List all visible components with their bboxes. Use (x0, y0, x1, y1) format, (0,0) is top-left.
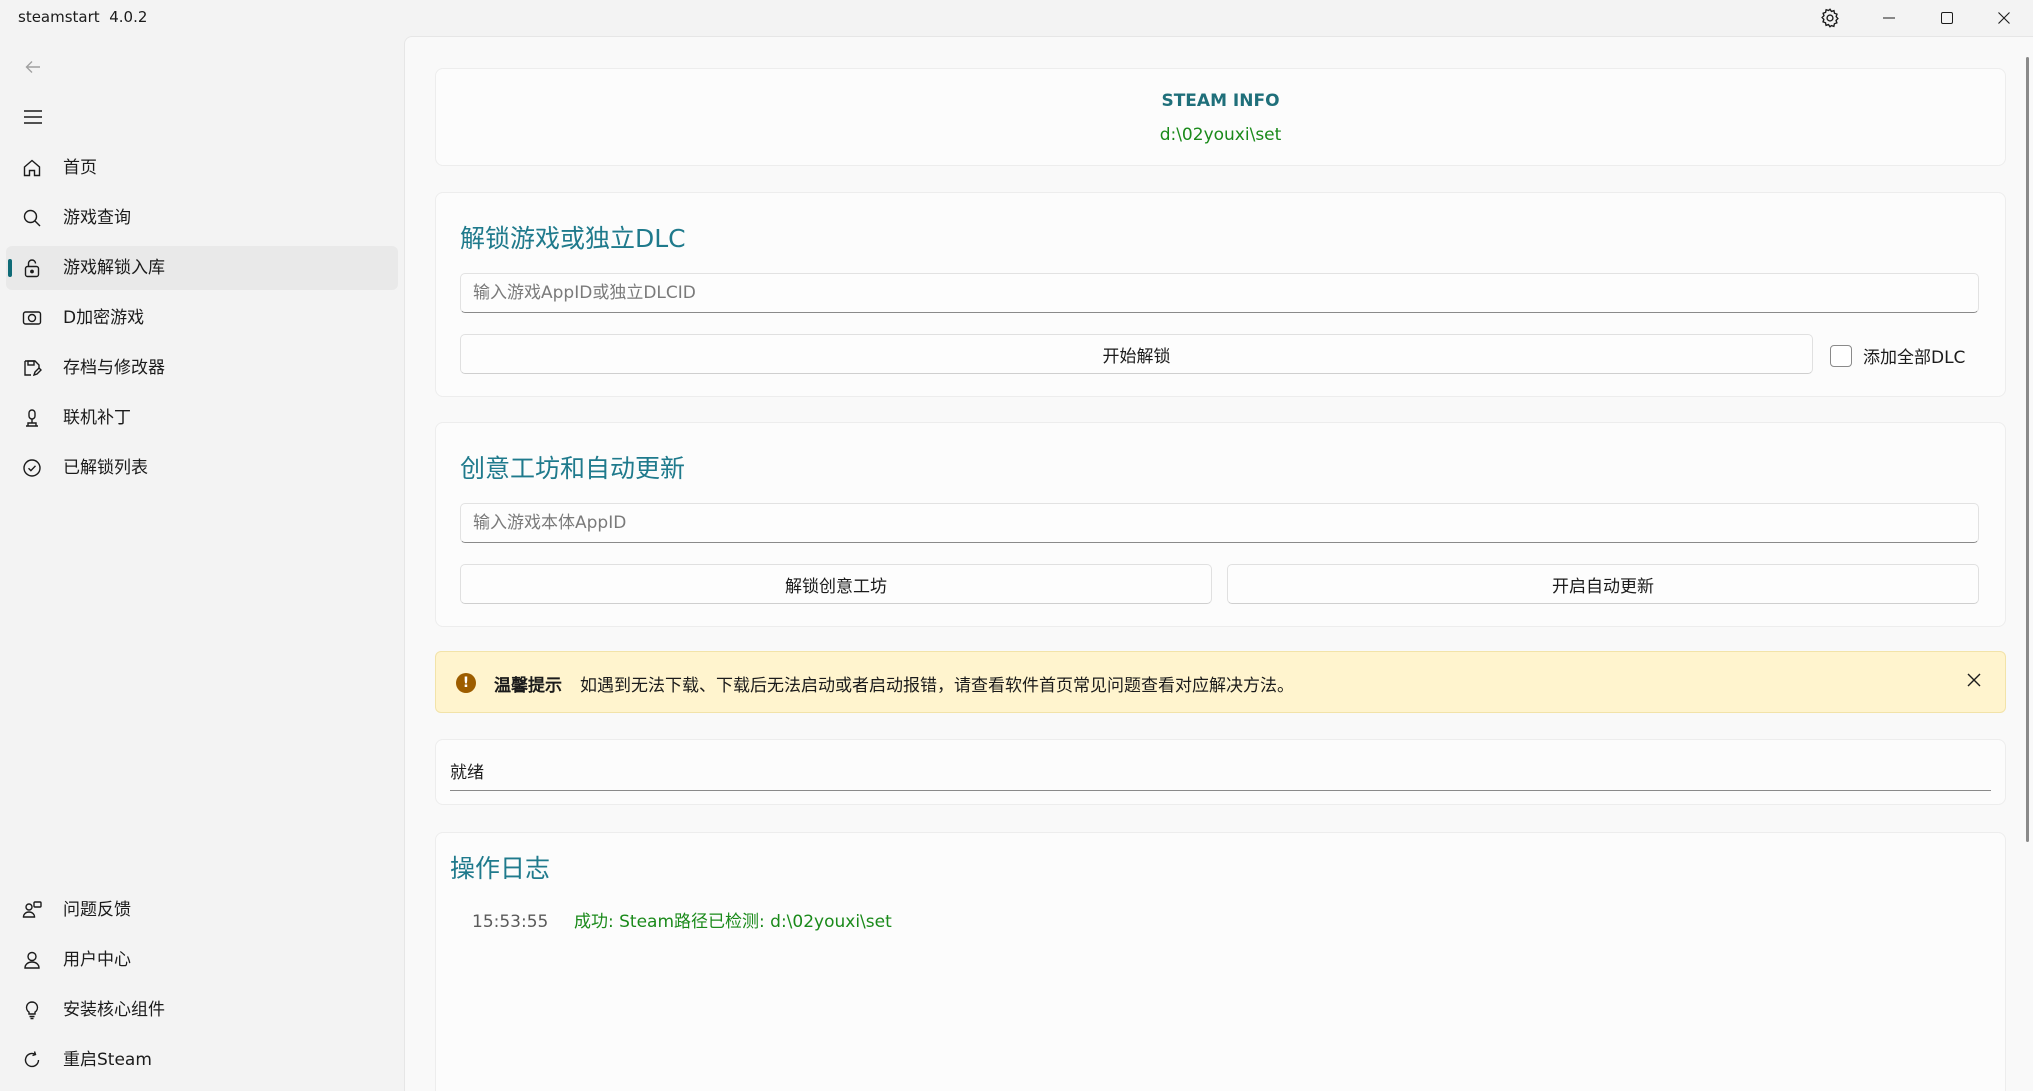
gear-icon (1819, 7, 1841, 29)
user-icon (21, 949, 43, 971)
unlock-card: 解锁游戏或独立DLC 开始解锁 添加全部DLC (435, 192, 2006, 397)
nav-label: D加密游戏 (63, 308, 145, 328)
nav-label: 联机补丁 (63, 408, 131, 428)
checkbox-box[interactable] (1830, 344, 1852, 367)
warning-icon: ! (456, 673, 476, 693)
status-underline (450, 790, 1991, 791)
refresh-icon (21, 1049, 43, 1071)
start-unlock-label: 开始解锁 (1102, 346, 1171, 367)
app-title: steamstart 4.0.2 (18, 8, 147, 26)
status-card: 就绪 (435, 739, 2006, 805)
nav-item-unlocked-list[interactable]: 已解锁列表 (6, 446, 398, 490)
close-icon (1997, 11, 2011, 25)
notice-message: 如遇到无法下载、下载后无法启动或者启动报错，请查看软件首页常见问题查看对应解决方… (580, 676, 1294, 696)
status-text: 就绪 (450, 763, 484, 783)
nav-label: 已解锁列表 (63, 458, 148, 478)
nav-item-install-core[interactable]: 安装核心组件 (6, 988, 398, 1032)
workshop-card: 创意工坊和自动更新 解锁创意工坊 开启自动更新 (435, 422, 2006, 627)
active-indicator (8, 259, 12, 277)
nav-label: 游戏查询 (63, 208, 131, 228)
checkbox-label: 添加全部DLC (1863, 348, 1966, 368)
maximize-button[interactable] (1918, 0, 1976, 36)
joystick-icon (21, 407, 43, 429)
notice-close-button[interactable] (1961, 669, 1987, 695)
title-bar: steamstart 4.0.2 (0, 0, 2033, 36)
app-version: 4.0.2 (109, 8, 148, 26)
nav-item-feedback[interactable]: 问题反馈 (6, 888, 398, 932)
nav-item-game-unlock[interactable]: 游戏解锁入库 (6, 246, 398, 290)
lock-open-icon (21, 257, 43, 279)
back-button[interactable] (18, 54, 48, 84)
nav-item-game-search[interactable]: 游戏查询 (6, 196, 398, 240)
hamburger-icon (24, 109, 42, 129)
nav-label: 用户中心 (63, 950, 131, 970)
nav-label: 存档与修改器 (63, 358, 165, 378)
disc-icon (21, 307, 43, 329)
close-button[interactable] (1975, 0, 2033, 36)
minimize-button[interactable] (1860, 0, 1918, 36)
nav-label: 问题反馈 (63, 900, 131, 920)
app-window: steamstart 4.0.2 首页 游戏查询 游戏解锁入库 D加密游戏 存档… (0, 0, 2033, 1091)
nav-item-user-center[interactable]: 用户中心 (6, 938, 398, 982)
minimize-icon (1882, 11, 1896, 25)
sidebar: 首页 游戏查询 游戏解锁入库 D加密游戏 存档与修改器 联机补丁 已解锁列表 问… (0, 36, 404, 1091)
notice-infobar: ! 温馨提示 如遇到无法下载、下载后无法启动或者启动报错，请查看软件首页常见问题… (435, 651, 2006, 713)
search-icon (21, 207, 43, 229)
nav-item-home[interactable]: 首页 (6, 146, 398, 190)
log-time: 15:53:55 (472, 912, 549, 932)
menu-toggle-button[interactable] (18, 104, 48, 134)
nav-label: 重启Steam (63, 1050, 152, 1070)
feedback-icon (21, 899, 43, 921)
auto-update-button[interactable]: 开启自动更新 (1227, 564, 1979, 604)
nav-item-restart-steam[interactable]: 重启Steam (6, 1038, 398, 1082)
app-name: steamstart (18, 8, 100, 26)
save-edit-icon (21, 357, 43, 379)
base-appid-input[interactable] (460, 503, 1979, 543)
close-icon (1966, 672, 1982, 692)
nav-item-online-patch[interactable]: 联机补丁 (6, 396, 398, 440)
appid-input[interactable] (460, 273, 1979, 313)
log-entry: 15:53:55 成功: Steam路径已检测: d:\02youxi\set (472, 907, 892, 932)
lightbulb-icon (21, 999, 43, 1021)
log-message: 成功: Steam路径已检测: d:\02youxi\set (574, 912, 892, 932)
vertical-scrollbar[interactable] (2026, 57, 2029, 842)
steam-info-title: STEAM INFO (1161, 91, 1280, 111)
main-content: STEAM INFO d:\02youxi\set 解锁游戏或独立DLC 开始解… (404, 36, 2033, 1091)
nav-item-saves-trainers[interactable]: 存档与修改器 (6, 346, 398, 390)
nav-item-d-encrypted[interactable]: D加密游戏 (6, 296, 398, 340)
auto-update-label: 开启自动更新 (1552, 576, 1654, 597)
settings-button[interactable] (1801, 0, 1859, 36)
unlock-workshop-label: 解锁创意工坊 (785, 576, 887, 597)
log-card: 操作日志 15:53:55 成功: Steam路径已检测: d:\02youxi\… (435, 832, 2006, 1091)
nav-label: 安装核心组件 (63, 1000, 165, 1020)
steam-info-card: STEAM INFO d:\02youxi\set (435, 68, 2006, 166)
steam-path: d:\02youxi\set (1159, 125, 1282, 145)
add-all-dlc-checkbox[interactable]: 添加全部DLC (1830, 343, 1965, 368)
workshop-section-title: 创意工坊和自动更新 (460, 454, 686, 483)
notice-title: 温馨提示 (494, 676, 562, 696)
nav-label: 游戏解锁入库 (63, 258, 165, 278)
nav-label: 首页 (63, 158, 97, 178)
unlock-section-title: 解锁游戏或独立DLC (460, 224, 686, 253)
check-circle-icon (21, 457, 43, 479)
start-unlock-button[interactable]: 开始解锁 (460, 334, 1813, 374)
log-title: 操作日志 (450, 854, 551, 883)
home-icon (21, 157, 43, 179)
maximize-icon (1940, 11, 1954, 25)
unlock-workshop-button[interactable]: 解锁创意工坊 (460, 564, 1212, 604)
arrow-left-icon (24, 58, 42, 80)
